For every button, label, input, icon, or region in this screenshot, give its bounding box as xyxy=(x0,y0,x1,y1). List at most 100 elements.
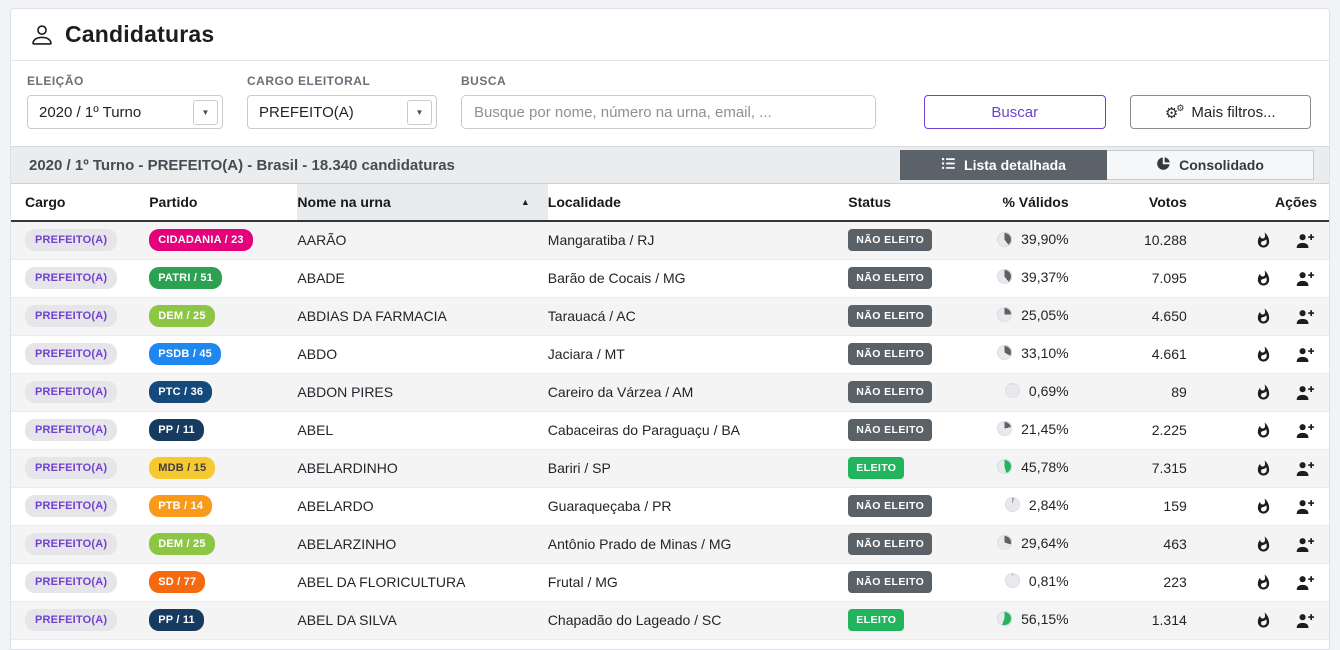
status-badge: NÃO ELEITO xyxy=(848,267,932,289)
person-add-icon xyxy=(1296,536,1315,553)
cargo-badge: PREFEITO(A) xyxy=(25,419,117,441)
percent-valid: 2,84% xyxy=(1029,497,1069,513)
party-badge: MDB / 15 xyxy=(149,457,215,479)
person-icon xyxy=(29,22,55,48)
table-row: PREFEITO(A) MDB / 15 ABELARDINHO Bariri … xyxy=(11,449,1329,487)
candidaturas-card: Candidaturas ELEIÇÃO 2020 / 1º Turno ▼ C… xyxy=(10,8,1330,650)
eleicao-filter: ELEIÇÃO 2020 / 1º Turno ▼ xyxy=(27,74,223,129)
column-header-votos[interactable]: Votos xyxy=(1094,184,1209,221)
column-header-pct-validos[interactable]: % Válidos xyxy=(968,184,1093,221)
status-badge: ELEITO xyxy=(848,457,904,479)
locality: Frutal / MG xyxy=(548,563,848,601)
table-row: PREFEITO(A) CIDADANIA / 23 AARÃO Mangara… xyxy=(11,221,1329,259)
percent-valid: 29,64% xyxy=(1021,535,1068,551)
add-person-button[interactable] xyxy=(1294,534,1317,555)
status-badge: NÃO ELEITO xyxy=(848,495,932,517)
add-person-button[interactable] xyxy=(1294,268,1317,289)
column-header-cargo[interactable]: Cargo xyxy=(11,184,149,221)
whatshot-button[interactable] xyxy=(1253,306,1274,327)
status-badge: NÃO ELEITO xyxy=(848,343,932,365)
mais-filtros-button[interactable]: ⚙⚙ Mais filtros... xyxy=(1130,95,1312,129)
locality: Cabaceiras do Paraguaçu / BA xyxy=(548,411,848,449)
flame-icon xyxy=(1255,498,1272,515)
table-body: PREFEITO(A) CIDADANIA / 23 AARÃO Mangara… xyxy=(11,221,1329,639)
sort-asc-icon: ▲ xyxy=(521,197,530,207)
column-header-localidade[interactable]: Localidade xyxy=(548,184,848,221)
whatshot-button[interactable] xyxy=(1253,420,1274,441)
table-row: PREFEITO(A) PSDB / 45 ABDO Jaciara / MT … xyxy=(11,335,1329,373)
percent-pie-icon xyxy=(997,459,1012,474)
locality: Bariri / SP xyxy=(548,449,848,487)
whatshot-button[interactable] xyxy=(1253,534,1274,555)
votes: 10.288 xyxy=(1094,221,1209,259)
votes: 1.314 xyxy=(1094,601,1209,639)
whatshot-button[interactable] xyxy=(1253,458,1274,479)
chevron-down-icon[interactable]: ▼ xyxy=(407,100,432,125)
candidaturas-table: Cargo Partido Nome na urna ▲ Localidade … xyxy=(11,184,1329,640)
person-add-icon xyxy=(1296,498,1315,515)
candidate-name: AARÃO xyxy=(297,221,547,259)
whatshot-button[interactable] xyxy=(1253,230,1274,251)
whatshot-button[interactable] xyxy=(1253,268,1274,289)
add-person-button[interactable] xyxy=(1294,610,1317,631)
whatshot-button[interactable] xyxy=(1253,610,1274,631)
table-row: PREFEITO(A) PTB / 14 ABELARDO Guaraqueça… xyxy=(11,487,1329,525)
add-person-button[interactable] xyxy=(1294,420,1317,441)
add-person-button[interactable] xyxy=(1294,496,1317,517)
whatshot-button[interactable] xyxy=(1253,496,1274,517)
column-header-nome-na-urna[interactable]: Nome na urna ▲ xyxy=(297,184,547,221)
cargo-select[interactable]: PREFEITO(A) ▼ xyxy=(247,95,437,129)
add-person-button[interactable] xyxy=(1294,306,1317,327)
status-badge: NÃO ELEITO xyxy=(848,305,932,327)
cargo-badge: PREFEITO(A) xyxy=(25,457,117,479)
whatshot-button[interactable] xyxy=(1253,382,1274,403)
locality: Antônio Prado de Minas / MG xyxy=(548,525,848,563)
percent-pie-icon xyxy=(1005,497,1020,512)
status-badge: NÃO ELEITO xyxy=(848,381,932,403)
locality: Tarauacá / AC xyxy=(548,297,848,335)
gears-icon: ⚙⚙ xyxy=(1165,104,1185,121)
table-row: PREFEITO(A) DEM / 25 ABDIAS DA FARMACIA … xyxy=(11,297,1329,335)
eleicao-select[interactable]: 2020 / 1º Turno ▼ xyxy=(27,95,223,129)
column-header-partido[interactable]: Partido xyxy=(149,184,297,221)
tab-lista-detalhada[interactable]: Lista detalhada xyxy=(900,150,1107,180)
chevron-down-icon[interactable]: ▼ xyxy=(193,100,218,125)
column-header-acoes: Ações xyxy=(1209,184,1329,221)
table-row: PREFEITO(A) PATRI / 51 ABADE Barão de Co… xyxy=(11,259,1329,297)
votes: 159 xyxy=(1094,487,1209,525)
column-header-status[interactable]: Status xyxy=(848,184,968,221)
table-row: PREFEITO(A) SD / 77 ABEL DA FLORICULTURA… xyxy=(11,563,1329,601)
locality: Mangaratiba / RJ xyxy=(548,221,848,259)
candidate-name: ABEL DA FLORICULTURA xyxy=(297,563,547,601)
search-input[interactable] xyxy=(461,95,876,129)
whatshot-button[interactable] xyxy=(1253,344,1274,365)
cargo-badge: PREFEITO(A) xyxy=(25,305,117,327)
votes: 2.225 xyxy=(1094,411,1209,449)
add-person-button[interactable] xyxy=(1294,382,1317,403)
votes: 4.661 xyxy=(1094,335,1209,373)
party-badge: SD / 77 xyxy=(149,571,205,593)
tab-consolidado[interactable]: Consolidado xyxy=(1107,150,1314,180)
votes: 463 xyxy=(1094,525,1209,563)
add-person-button[interactable] xyxy=(1294,230,1317,251)
whatshot-button[interactable] xyxy=(1253,572,1274,593)
votes: 7.095 xyxy=(1094,259,1209,297)
add-person-button[interactable] xyxy=(1294,458,1317,479)
person-add-icon xyxy=(1296,232,1315,249)
candidate-name: ABELARDO xyxy=(297,487,547,525)
party-badge: PTC / 36 xyxy=(149,381,212,403)
buscar-button[interactable]: Buscar xyxy=(924,95,1106,129)
cargo-filter: CARGO ELEITORAL PREFEITO(A) ▼ xyxy=(247,74,437,129)
add-person-button[interactable] xyxy=(1294,572,1317,593)
status-badge: NÃO ELEITO xyxy=(848,533,932,555)
flame-icon xyxy=(1255,574,1272,591)
percent-pie-icon xyxy=(997,232,1012,247)
candidate-name: ABEL xyxy=(297,411,547,449)
candidate-name: ABELARZINHO xyxy=(297,525,547,563)
add-person-button[interactable] xyxy=(1294,344,1317,365)
party-badge: PP / 11 xyxy=(149,609,204,631)
mais-filtros-label: Mais filtros... xyxy=(1191,104,1275,121)
flame-icon xyxy=(1255,346,1272,363)
locality: Barão de Cocais / MG xyxy=(548,259,848,297)
percent-pie-icon xyxy=(997,307,1012,322)
